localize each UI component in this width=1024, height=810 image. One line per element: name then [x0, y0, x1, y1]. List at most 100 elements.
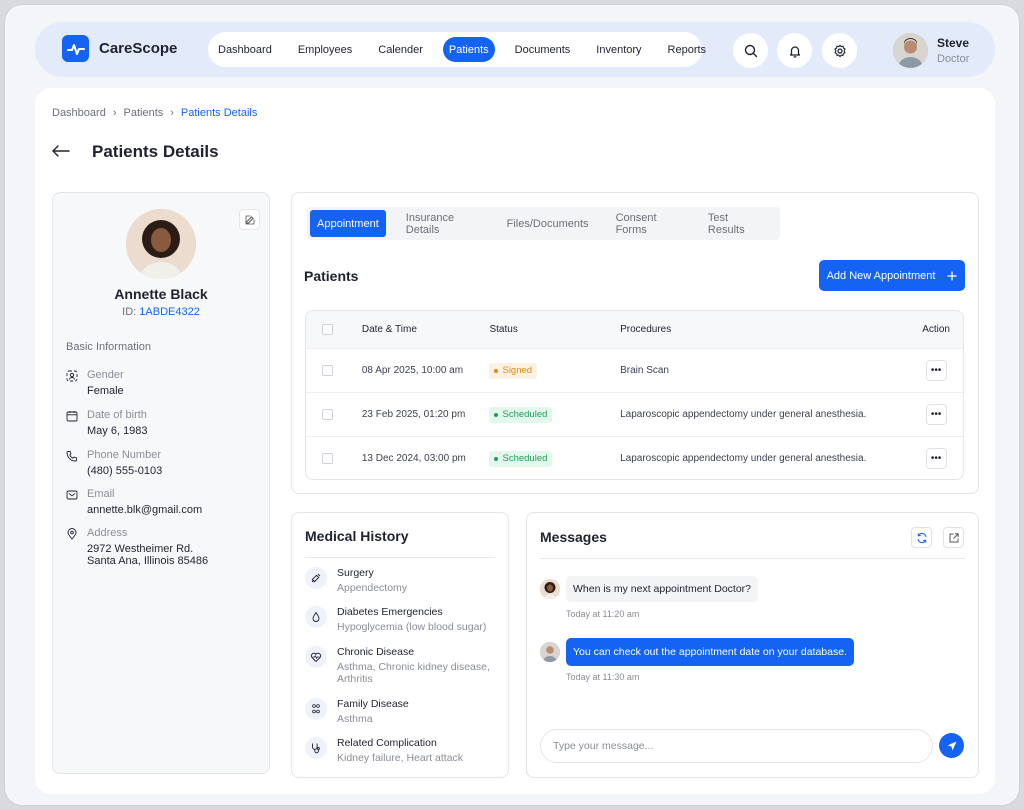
col-date-time: Date & Time — [361, 324, 417, 335]
messages-card: Messages When is my next appointment Doc… — [526, 512, 979, 778]
phone-label: Phone Number — [87, 449, 161, 461]
row-date: 23 Feb 2025, 01:20 pm — [361, 409, 466, 420]
breadcrumb: Dashboard › Patients › Patients Details — [52, 107, 257, 119]
divider — [305, 557, 495, 558]
tab-insurance-details[interactable]: Insurance Details — [399, 210, 487, 237]
row-checkbox[interactable] — [322, 453, 333, 464]
col-action: Action — [922, 324, 950, 335]
main-content: Dashboard › Patients › Patients Details … — [35, 88, 995, 794]
send-button[interactable] — [939, 733, 964, 758]
divider — [540, 558, 965, 559]
gender-icon — [66, 370, 78, 382]
history-item[interactable]: Family Disease Asthma — [305, 698, 502, 725]
bell-icon — [789, 45, 800, 58]
nav-item-inventory[interactable]: Inventory — [590, 37, 647, 62]
medical-history-card: Medical History Surgery Appendectomy Diab… — [291, 512, 509, 778]
status-dot-icon — [494, 412, 499, 417]
status-text: Signed — [502, 365, 533, 376]
more-actions-button[interactable]: ••• — [925, 360, 947, 381]
info-phone: Phone Number (480) 555-0103 — [66, 449, 162, 477]
address-line-1: 2972 Westheimer Rd. — [87, 543, 194, 555]
col-status: Status — [489, 324, 518, 335]
history-item[interactable]: Related Complication Kidney failure, Hear… — [305, 737, 502, 764]
nav-item-patients[interactable]: Patients — [442, 37, 495, 62]
history-item[interactable]: Chronic Disease Asthma, Chronic kidney di… — [305, 646, 502, 685]
info-dob: Date of birth May 6, 1983 — [66, 409, 148, 437]
settings-button[interactable] — [822, 33, 857, 68]
user-role: Doctor — [937, 53, 970, 65]
patient-id-value: 1ABDE4322 — [139, 306, 200, 318]
user-menu[interactable]: Steve Doctor — [893, 33, 969, 68]
appointments-panel: Appointment Insurance Details Files/Docu… — [291, 192, 979, 494]
tab-consent-forms[interactable]: Consent Forms — [609, 210, 688, 237]
more-actions-button[interactable]: ••• — [925, 404, 947, 425]
history-name: Diabetes Emergencies — [337, 606, 443, 618]
row-procedure: Laparoscopic appendectomy under general … — [620, 453, 867, 464]
family-icon — [305, 698, 327, 720]
nav-item-calender[interactable]: Calender — [372, 37, 429, 62]
history-detail: Asthma — [337, 713, 373, 725]
phone-icon — [66, 451, 77, 462]
brand[interactable]: CareScope — [62, 35, 177, 62]
select-all-checkbox[interactable] — [322, 324, 333, 335]
messages-title: Messages — [540, 529, 607, 545]
location-pin-icon — [67, 528, 77, 540]
table-header: Date & Time Status Procedures Action — [306, 311, 963, 348]
dob-value: May 6, 1983 — [87, 425, 148, 437]
status-text: Scheduled — [502, 453, 548, 464]
page-title: Patients Details — [92, 142, 219, 161]
appointments-table: Date & Time Status Procedures Action 08 … — [305, 310, 964, 480]
tab-test-results[interactable]: Test Results — [701, 210, 767, 237]
history-item[interactable]: Diabetes Emergencies Hypoglycemia (low bl… — [305, 606, 502, 633]
nav-item-documents[interactable]: Documents — [509, 37, 577, 62]
tab-appointment[interactable]: Appointment — [310, 210, 386, 237]
table-row[interactable]: 13 Dec 2024, 03:00 pm Scheduled Laparosc… — [306, 436, 963, 479]
breadcrumb-patients[interactable]: Patients — [124, 107, 164, 119]
gear-icon — [833, 44, 846, 57]
email-value: annette.blk@gmail.com — [87, 504, 203, 516]
address-label: Address — [87, 527, 128, 539]
open-external-button[interactable] — [943, 527, 964, 548]
breadcrumb-current: Patients Details — [180, 107, 258, 119]
address-line-2: Santa Ana, Illinois 85486 — [87, 555, 209, 567]
user-name: Steve — [937, 36, 970, 50]
message-time: Today at 11:20 am — [566, 609, 640, 619]
more-actions-button[interactable]: ••• — [925, 448, 947, 469]
patient-id-label: ID: — [122, 306, 137, 318]
status-badge: Signed — [489, 362, 538, 379]
table-row[interactable]: 08 Apr 2025, 10:00 am Signed Brain Scan … — [306, 348, 963, 392]
row-checkbox[interactable] — [322, 365, 333, 376]
message-text: When is my next appointment Doctor? — [566, 576, 758, 602]
phone-value: (480) 555-0103 — [87, 465, 163, 477]
chevron-right-icon: › — [112, 107, 117, 119]
tab-files-documents[interactable]: Files/Documents — [500, 210, 596, 237]
patient-name: Annette Black — [114, 286, 208, 302]
nav-item-reports[interactable]: Reports — [662, 37, 713, 62]
notifications-button[interactable] — [777, 33, 812, 68]
breadcrumb-dashboard[interactable]: Dashboard — [52, 107, 106, 119]
main-nav: Dashboard Employees Calender Patients Do… — [208, 32, 706, 67]
history-item[interactable]: Surgery Appendectomy — [305, 567, 502, 594]
edit-profile-button[interactable] — [239, 209, 260, 230]
nav-item-employees[interactable]: Employees — [292, 37, 358, 62]
status-badge: Scheduled — [489, 450, 553, 467]
dob-label: Date of birth — [87, 409, 147, 421]
row-checkbox[interactable] — [322, 409, 333, 420]
table-row[interactable]: 23 Feb 2025, 01:20 pm Scheduled Laparosc… — [306, 392, 963, 436]
pulse-logo-icon — [62, 35, 89, 62]
message-text: You can check out the appointment date o… — [566, 638, 854, 666]
nav-item-dashboard[interactable]: Dashboard — [212, 37, 278, 62]
refresh-icon — [916, 532, 927, 543]
status-dot-icon — [494, 368, 499, 373]
row-date: 08 Apr 2025, 10:00 am — [361, 365, 464, 376]
stethoscope-icon — [305, 737, 327, 759]
plus-icon — [947, 271, 957, 280]
back-button[interactable] — [52, 144, 70, 160]
top-navigation: CareScope Dashboard Employees Calender P… — [35, 22, 995, 77]
message-input[interactable] — [540, 729, 933, 763]
app-window: CareScope Dashboard Employees Calender P… — [4, 4, 1020, 806]
search-button[interactable] — [733, 33, 768, 68]
row-procedure: Brain Scan — [620, 365, 669, 376]
refresh-button[interactable] — [911, 527, 932, 548]
add-appointment-button[interactable]: Add New Appointment — [819, 260, 965, 291]
